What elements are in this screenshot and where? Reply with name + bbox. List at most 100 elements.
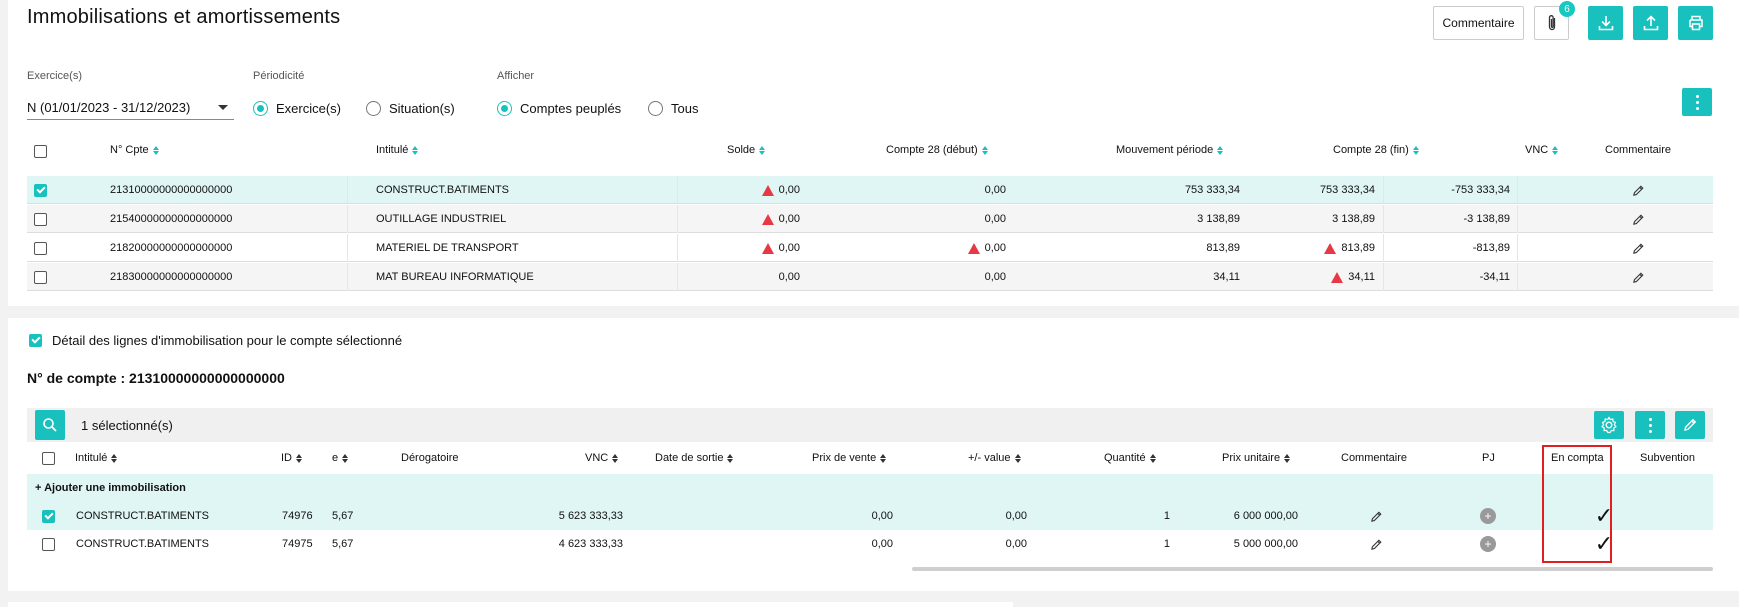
cell-value: 0,00 [778, 184, 800, 196]
attachment-button[interactable]: 6 [1534, 1, 1575, 40]
cell-value: 0,00 [778, 271, 800, 283]
col-header-intitule[interactable]: Intitulé [376, 144, 418, 156]
edit-comment-button[interactable] [1632, 205, 1645, 233]
cell-intitule: MAT BUREAU INFORMATIQUE [376, 271, 534, 283]
cell-prix-vente: 0,00 [871, 538, 893, 550]
dcol-date-sortie[interactable]: Date de sortie [655, 452, 733, 464]
col-header-solde[interactable]: Solde [727, 144, 765, 156]
dcol-vnc[interactable]: VNC [585, 452, 618, 464]
edit-button[interactable] [1675, 411, 1705, 439]
header-label: Dérogatoire [401, 452, 459, 464]
header-label: Date de sortie [655, 452, 724, 464]
detail-select-all-checkbox[interactable] [42, 452, 55, 465]
table-row[interactable]: 21310000000000000000 CONSTRUCT.BATIMENTS 0… [27, 176, 1713, 204]
row-checkbox[interactable] [42, 537, 55, 551]
select-all-checkbox[interactable] [34, 145, 47, 158]
cell-solde: 0,00 [677, 234, 800, 262]
sort-icon [342, 454, 348, 463]
radio-on-icon [253, 101, 268, 116]
row-checkbox[interactable] [34, 183, 47, 197]
detail-row[interactable]: CONSTRUCT.BATIMENTS 74976 5,67 5 623 333,33… [27, 502, 1713, 530]
header-label: Quantité [1104, 452, 1146, 464]
detail-options-button[interactable] [1635, 411, 1665, 439]
pencil-icon [1632, 242, 1645, 255]
col-separator [1517, 205, 1518, 233]
detail-toolbar [27, 408, 1713, 442]
horizontal-scrollbar[interactable] [912, 567, 1713, 571]
cell-value: 34,11 [1348, 271, 1375, 283]
row-checkbox[interactable] [42, 509, 55, 523]
add-attachment-button[interactable]: + [1480, 502, 1496, 530]
radio-label: Situation(s) [389, 101, 455, 116]
dcol-intitule[interactable]: Intitulé [75, 452, 117, 464]
cell-cpte: 21820000000000000000 [110, 242, 233, 254]
add-immobilisation-link[interactable]: + Ajouter une immobilisation [35, 474, 186, 502]
table-row[interactable]: 21830000000000000000 MAT BUREAU INFORMATI… [27, 263, 1713, 291]
header-label: Solde [727, 144, 756, 156]
edit-comment-button[interactable] [1632, 263, 1645, 291]
cell-c28-debut: 0,00 [817, 234, 1006, 262]
edit-comment-button[interactable] [1632, 234, 1645, 262]
dcol-quantite[interactable]: Quantité [1104, 452, 1156, 464]
radio-afficher-peuples[interactable]: Comptes peuplés [497, 101, 621, 116]
edit-comment-button[interactable] [1370, 530, 1383, 558]
gear-icon [1601, 416, 1617, 434]
sort-icon [153, 146, 159, 155]
edit-comment-button[interactable] [1370, 502, 1383, 530]
col-header-vnc[interactable]: VNC [1525, 144, 1558, 156]
sort-icon [1284, 454, 1290, 463]
dcol-plus-value[interactable]: +/- value [968, 452, 1021, 464]
cell-vnc: -813,89 [1472, 242, 1510, 254]
edit-comment-button[interactable] [1632, 176, 1645, 204]
search-button[interactable] [35, 410, 65, 440]
pencil-icon [1370, 538, 1383, 551]
attachment-count-badge: 6 [1559, 1, 1575, 17]
cell-intitule: OUTILLAGE INDUSTRIEL [376, 213, 507, 225]
download-button[interactable] [1588, 6, 1623, 40]
dcol-pj: PJ [1482, 452, 1495, 464]
row-checkbox[interactable] [34, 212, 47, 226]
add-attachment-button[interactable]: + [1480, 530, 1496, 558]
col-separator [1383, 205, 1384, 233]
col-header-mouvement[interactable]: Mouvement période [1116, 144, 1223, 156]
row-checkbox[interactable] [34, 270, 47, 284]
pencil-icon [1684, 418, 1697, 431]
header-label: N° Cpte [110, 144, 149, 156]
col-separator [1383, 234, 1384, 262]
dcol-e[interactable]: e [332, 452, 348, 464]
cell-prix-unitaire: 5 000 000,00 [1233, 538, 1298, 550]
dcol-subvention: Subvention [1640, 452, 1695, 464]
cell-value: 0,00 [984, 271, 1006, 283]
col-header-c28-debut[interactable]: Compte 28 (début) [886, 144, 988, 156]
cell-mouvement: 34,11 [1213, 271, 1240, 283]
detail-toggle-checkbox[interactable] [29, 334, 42, 347]
radio-afficher-tous[interactable]: Tous [648, 101, 698, 116]
dcol-id[interactable]: ID [281, 452, 302, 464]
table-row[interactable]: 21540000000000000000 OUTILLAGE INDUSTRIEL… [27, 205, 1713, 233]
row-checkbox[interactable] [34, 241, 47, 255]
chevron-down-icon [218, 105, 228, 110]
radio-periodicite-situation[interactable]: Situation(s) [366, 101, 455, 116]
header-label: Intitulé [75, 452, 108, 464]
warning-icon [1331, 271, 1344, 283]
exercice-select[interactable]: N (01/01/2023 - 31/12/2023) [27, 96, 234, 120]
print-button[interactable] [1678, 6, 1713, 40]
table-options-button[interactable] [1682, 88, 1712, 116]
dcol-prix-unitaire[interactable]: Prix unitaire [1222, 452, 1290, 464]
col-header-c28-fin[interactable]: Compte 28 (fin) [1333, 144, 1419, 156]
header-label: Commentaire [1605, 144, 1672, 156]
detail-row[interactable]: CONSTRUCT.BATIMENTS 74975 5,67 4 623 333,33… [27, 530, 1713, 558]
upload-button[interactable] [1633, 6, 1668, 40]
table-row[interactable]: 21820000000000000000 MATERIEL DE TRANSPOR… [27, 234, 1713, 262]
col-separator [1383, 176, 1384, 204]
header-label: VNC [585, 452, 609, 464]
add-row[interactable]: + Ajouter une immobilisation [27, 474, 1713, 502]
comment-button[interactable]: Commentaire [1433, 6, 1524, 40]
dcol-prix-vente[interactable]: Prix de vente [812, 452, 886, 464]
col-header-cpte[interactable]: N° Cpte [110, 144, 159, 156]
radio-periodicite-exercice[interactable]: Exercice(s) [253, 101, 341, 116]
cell-value: 0,00 [778, 242, 800, 254]
cell-value: 0,00 [984, 213, 1006, 225]
col-separator [1517, 263, 1518, 291]
settings-button[interactable] [1594, 411, 1624, 439]
